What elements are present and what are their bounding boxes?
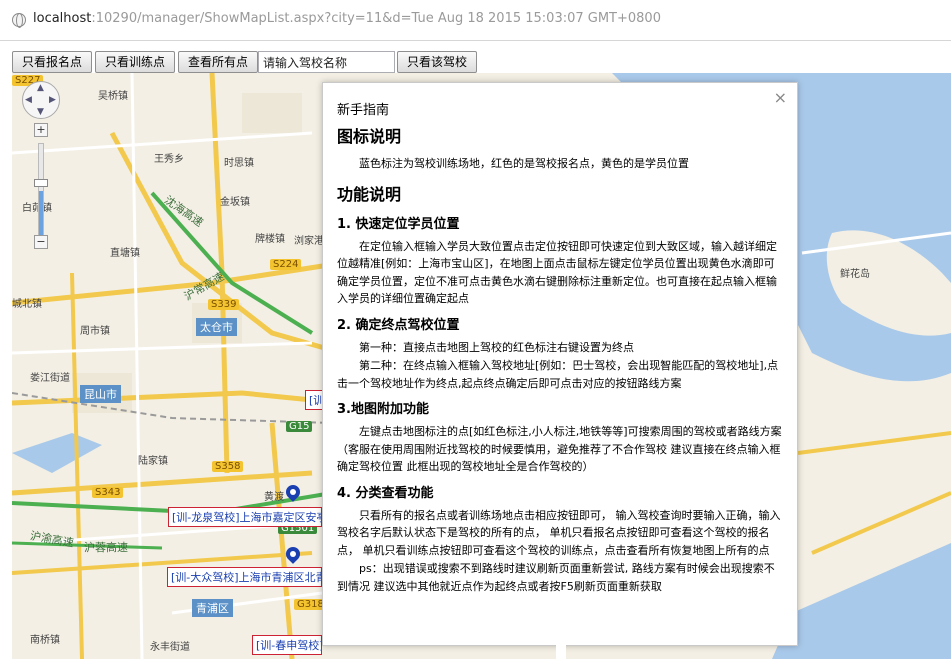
- place-label: 吴桥镇: [98, 91, 128, 102]
- district-label: 昆山市: [80, 385, 121, 403]
- section-2-text-2: 第二种：在终点输入框输入驾校地址[例如：巴士驾校，会出现智能匹配的驾校地址],点…: [337, 359, 779, 390]
- road-label: S358: [212, 461, 244, 472]
- place-label: 娄江街道: [30, 373, 70, 384]
- section-3-text: 左键点击地图标注的点[如红色标注,小人标注,地铁等等]可搜索周围的驾校或者路线方…: [337, 425, 782, 473]
- section-3-title: 3.地图附加功能: [337, 402, 429, 417]
- training-marker-pin-icon[interactable]: [286, 485, 300, 503]
- close-icon[interactable]: ×: [774, 88, 787, 107]
- globe-icon: [12, 13, 26, 28]
- district-label: 青浦区: [192, 599, 233, 617]
- zoom-out-button[interactable]: −: [34, 235, 48, 249]
- section-4-text-1: 只看所有的报名点或者训练场地点击相应按钮即可， 输入驾校查询时要输入正确，输入驾…: [337, 508, 781, 557]
- section-4-text-2: ps：出现错误或搜索不到路线时建议刷新页面重新尝试, 路线方案有时候会出现搜索不…: [337, 562, 775, 593]
- show-training-button[interactable]: 只看训练点: [95, 51, 175, 73]
- marker-label-chunshen[interactable]: [训-春申驾校]上: [252, 635, 322, 655]
- road-label: S224: [270, 259, 302, 270]
- place-label: 直塘镇: [110, 248, 140, 259]
- show-all-button[interactable]: 查看所有点: [178, 51, 258, 73]
- road-label: S339: [208, 299, 240, 310]
- road-label: S343: [92, 487, 124, 498]
- pan-up-icon[interactable]: ▲: [37, 83, 44, 93]
- section-2-title: 2. 确定终点驾校位置: [337, 317, 460, 333]
- icon-description: 蓝色标注为驾校训练场地，红色的是驾校报名点，黄色的是学员位置: [359, 157, 689, 170]
- section-1-text: 在定位输入框输入学员大致位置点击定位按钮即可快速定位到大致区域，输入越详细定位越…: [337, 239, 777, 306]
- road-label: G15: [286, 421, 313, 432]
- place-label: 鲜花岛: [840, 269, 870, 280]
- zoom-in-button[interactable]: +: [34, 123, 48, 137]
- icon-heading: 图标说明: [337, 127, 402, 146]
- place-label: 南桥镇: [30, 635, 60, 646]
- place-label: 永丰街道: [150, 642, 190, 653]
- place-label: 陆家镇: [138, 456, 168, 467]
- pan-control[interactable]: ▲ ▼ ◀ ▶: [22, 81, 60, 119]
- place-label: 牌楼镇: [255, 234, 285, 245]
- pan-left-icon[interactable]: ◀: [25, 95, 32, 105]
- section-1-title: 1. 快速定位学员位置: [337, 216, 460, 232]
- section-4-title: 4. 分类查看功能: [337, 485, 434, 501]
- pan-right-icon[interactable]: ▶: [49, 95, 56, 105]
- address-bar[interactable]: localhost:10290/manager/ShowMapList.aspx…: [0, 0, 951, 41]
- show-this-school-button[interactable]: 只看该驾校: [397, 51, 477, 73]
- pan-down-icon[interactable]: ▼: [37, 107, 44, 117]
- url-text[interactable]: localhost:10290/manager/ShowMapList.aspx…: [33, 11, 661, 26]
- marker-label-partial[interactable]: [训: [305, 390, 323, 410]
- place-label: 黄渡: [264, 492, 284, 503]
- zoom-slider-fill: [39, 191, 43, 235]
- district-label: 太仓市: [196, 318, 237, 336]
- marker-label-dazhong[interactable]: [训-大众驾校]上海市青浦区北青: [167, 567, 322, 587]
- place-label: 王秀乡: [154, 154, 184, 165]
- section-2-text-1: 第一种：直接点击地图上驾校的红色标注右键设置为终点: [359, 340, 634, 354]
- highway-name: 沪蓉高速: [84, 541, 128, 554]
- training-marker-pin-icon[interactable]: [286, 547, 300, 565]
- guide-title: 新手指南: [337, 103, 390, 118]
- marker-label-longquan[interactable]: [训-龙泉驾校]上海市嘉定区安亭: [168, 507, 322, 527]
- place-label: 周市镇: [80, 326, 110, 337]
- place-label: 白茆镇: [22, 203, 52, 214]
- place-label: 时思镇: [224, 158, 254, 169]
- function-heading: 功能说明: [337, 184, 402, 204]
- zoom-slider-handle[interactable]: [34, 179, 48, 187]
- guide-panel: × 新手指南 图标说明 蓝色标注为驾校训练场地，红色的是驾校报名点，黄色的是学员…: [322, 82, 798, 646]
- toolbar: 只看报名点 只看训练点 查看所有点 只看该驾校: [0, 41, 951, 74]
- panel-tail: [556, 645, 566, 659]
- show-registration-button[interactable]: 只看报名点: [12, 51, 92, 73]
- place-label: 城北镇: [12, 299, 42, 310]
- place-label: 金坂镇: [220, 197, 250, 208]
- school-search-input[interactable]: [258, 51, 395, 73]
